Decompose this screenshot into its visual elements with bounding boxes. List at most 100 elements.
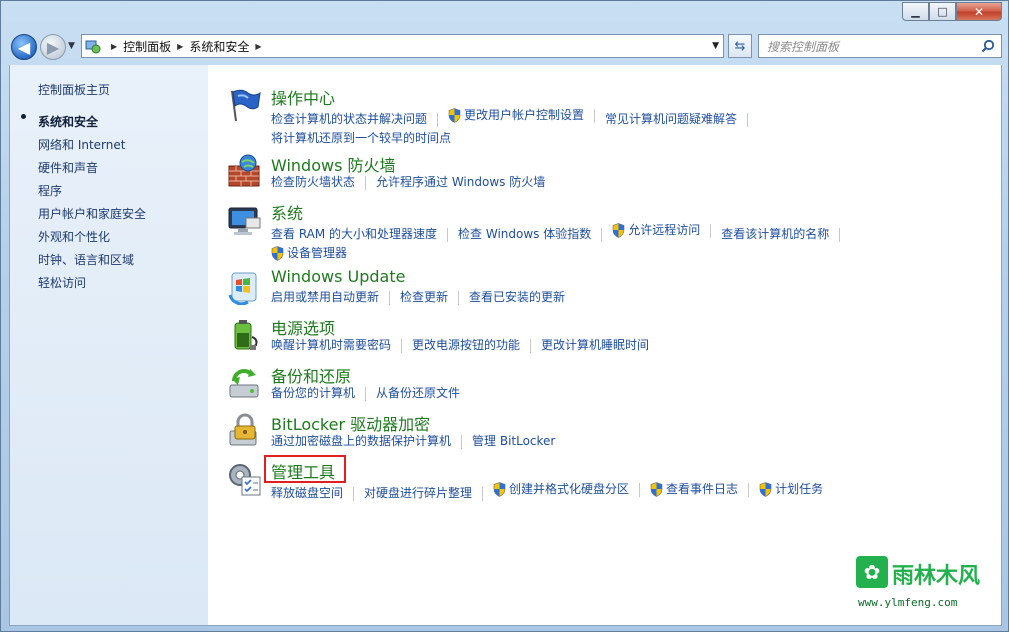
refresh-button[interactable]: ⇆: [728, 34, 752, 58]
search-box[interactable]: 搜索控制面板: [758, 34, 1002, 58]
breadcrumb-separator-icon[interactable]: ▶: [255, 42, 261, 51]
sidebar-item-clock-region[interactable]: 时钟、语言和区域: [38, 251, 134, 268]
category-links: 检查计算机的状态并解决问题 更改用户帐户控制设置 常见计算机问题疑难解答将计算机还原…: [271, 106, 871, 148]
address-bar[interactable]: ▶ 控制面板 ▶ 系统和安全 ▶ ▼: [81, 34, 724, 58]
control-panel-icon: [85, 38, 101, 54]
uac-shield-icon: [612, 223, 625, 238]
sidebar-item-network[interactable]: 网络和 Internet: [38, 136, 125, 153]
category-title[interactable]: Windows Update: [271, 267, 405, 286]
category-link[interactable]: 备份您的计算机: [271, 384, 355, 403]
category-link[interactable]: 更改用户帐户控制设置: [464, 106, 584, 125]
link-separator: [747, 112, 749, 127]
category-link[interactable]: 对硬盘进行碎片整理: [364, 484, 472, 503]
sidebar-item-appearance[interactable]: 外观和个性化: [38, 228, 110, 245]
category-link[interactable]: 允许程序通过 Windows 防火墙: [376, 173, 545, 192]
breadcrumb-separator-icon[interactable]: ▶: [177, 42, 183, 51]
minimize-button[interactable]: ▁: [902, 2, 929, 21]
category-link[interactable]: 检查更新: [400, 288, 448, 307]
category-link[interactable]: 查看事件日志: [666, 480, 738, 499]
control-panel-window: ▁ □ ✕ ◀ ▶ ▼ ▶ 控制面板 ▶ 系统和安全 ▶ ▼ ⇆ 搜索控制面板 …: [0, 0, 1009, 632]
link-separator: [482, 486, 484, 501]
category-link[interactable]: 释放磁盘空间: [271, 484, 343, 503]
category-links: 查看 RAM 的大小和处理器速度 检查 Windows 体验指数 允许远程访问 查看该…: [271, 221, 871, 267]
link-separator: [353, 486, 355, 501]
category-link[interactable]: 启用或禁用自动更新: [271, 288, 379, 307]
category-link[interactable]: 管理 BitLocker: [472, 432, 555, 451]
breadcrumb-system-security[interactable]: 系统和安全: [189, 38, 249, 55]
forward-arrow-icon: ▶: [46, 37, 60, 57]
category-link[interactable]: 查看该计算机的名称: [721, 225, 829, 244]
category-links: 唤醒计算机时需要密码 更改电源按钮的功能 更改计算机睡眠时间: [271, 336, 871, 355]
bitlocker-icon[interactable]: [226, 413, 262, 449]
windows-update-icon[interactable]: [226, 269, 262, 306]
category-link[interactable]: 查看 RAM 的大小和处理器速度: [271, 225, 437, 244]
link-separator: [365, 175, 367, 190]
forward-button[interactable]: ▶: [40, 34, 66, 60]
link-separator: [594, 108, 596, 123]
admin-tools-icon[interactable]: [226, 461, 262, 497]
category-link[interactable]: 将计算机还原到一个较早的时间点: [271, 129, 451, 148]
watermark: ✿ 雨林木风 www.ylmfeng.com: [848, 552, 981, 614]
category-links: 通过加密磁盘上的数据保护计算机 管理 BitLocker: [271, 432, 871, 451]
maximize-button[interactable]: □: [929, 2, 956, 21]
link-separator: [530, 338, 532, 353]
action-center-flag-icon[interactable]: [226, 87, 262, 123]
category-links: 检查防火墙状态 允许程序通过 Windows 防火墙: [271, 173, 871, 192]
uac-shield-icon: [448, 108, 461, 123]
address-dropdown-icon[interactable]: ▼: [712, 41, 719, 51]
category-link[interactable]: 从备份还原文件: [376, 384, 460, 403]
category-link[interactable]: 创建并格式化硬盘分区: [509, 480, 629, 499]
uac-shield-icon: [650, 482, 663, 497]
sidebar-item-programs[interactable]: 程序: [38, 182, 62, 199]
backup-restore-icon[interactable]: [226, 365, 262, 401]
power-options-icon[interactable]: [226, 317, 262, 353]
category-links: 启用或禁用自动更新 检查更新 查看已安装的更新: [271, 288, 871, 307]
search-icon[interactable]: [981, 39, 995, 53]
category-link[interactable]: 常见计算机问题疑难解答: [605, 110, 737, 129]
link-separator: [839, 227, 841, 242]
close-button[interactable]: ✕: [956, 2, 1002, 21]
link-separator: [710, 223, 712, 238]
category-link[interactable]: 更改电源按钮的功能: [412, 336, 520, 355]
watermark-url: www.ylmfeng.com: [858, 596, 958, 609]
category-link[interactable]: 检查防火墙状态: [271, 173, 355, 192]
firewall-icon[interactable]: [226, 154, 262, 190]
back-button[interactable]: ◀: [11, 34, 37, 60]
link-separator: [748, 482, 750, 497]
link-separator: [389, 290, 391, 305]
category-link[interactable]: 唤醒计算机时需要密码: [271, 336, 391, 355]
watermark-name: 雨林木风: [892, 564, 981, 589]
watermark-logo-icon: ✿: [856, 556, 888, 588]
link-separator: [437, 112, 439, 127]
system-computer-icon[interactable]: [226, 202, 262, 238]
sidebar-item-ease-of-access[interactable]: 轻松访问: [38, 274, 86, 291]
category-link[interactable]: 通过加密磁盘上的数据保护计算机: [271, 432, 451, 451]
sidebar-item-system-security: 系统和安全: [38, 115, 99, 129]
sidebar-item-user-accounts[interactable]: 用户帐户和家庭安全: [38, 205, 146, 222]
category-link[interactable]: 设备管理器: [287, 244, 347, 263]
highlight-annotation-box: [264, 455, 346, 483]
link-separator: [639, 482, 641, 497]
link-separator: [461, 434, 463, 449]
breadcrumb-separator-icon[interactable]: ▶: [111, 42, 117, 51]
recent-pages-dropdown-icon[interactable]: ▼: [68, 41, 75, 51]
category-link[interactable]: 计划任务: [775, 480, 823, 499]
category-link[interactable]: 检查 Windows 体验指数: [458, 225, 591, 244]
search-input[interactable]: 搜索控制面板: [767, 38, 839, 55]
main-content: 操作中心 检查计算机的状态并解决问题 更改用户帐户控制设置 常见计算机问题疑难解答将…: [208, 65, 1002, 626]
sidebar-item-home[interactable]: 控制面板主页: [38, 81, 110, 98]
category-link[interactable]: 更改计算机睡眠时间: [541, 336, 649, 355]
category-link[interactable]: 允许远程访问: [628, 221, 700, 240]
link-separator: [447, 227, 449, 242]
back-arrow-icon: ◀: [17, 37, 31, 57]
caption-buttons: ▁ □ ✕: [902, 2, 1002, 21]
uac-shield-icon: [759, 482, 772, 497]
breadcrumb-control-panel[interactable]: 控制面板: [123, 38, 171, 55]
category-links: 释放磁盘空间 对硬盘进行碎片整理 创建并格式化硬盘分区 查看事件日志 计划任务: [271, 480, 871, 503]
sidebar: 控制面板主页 系统和安全 网络和 Internet 硬件和声音 程序 用户帐户和…: [9, 65, 208, 626]
link-separator: [365, 386, 367, 401]
navigation-bar: ◀ ▶ ▼ ▶ 控制面板 ▶ 系统和安全 ▶ ▼ ⇆ 搜索控制面板: [9, 32, 1002, 60]
category-link[interactable]: 查看已安装的更新: [469, 288, 565, 307]
sidebar-item-hardware-sound[interactable]: 硬件和声音: [38, 159, 98, 176]
category-link[interactable]: 检查计算机的状态并解决问题: [271, 110, 427, 129]
